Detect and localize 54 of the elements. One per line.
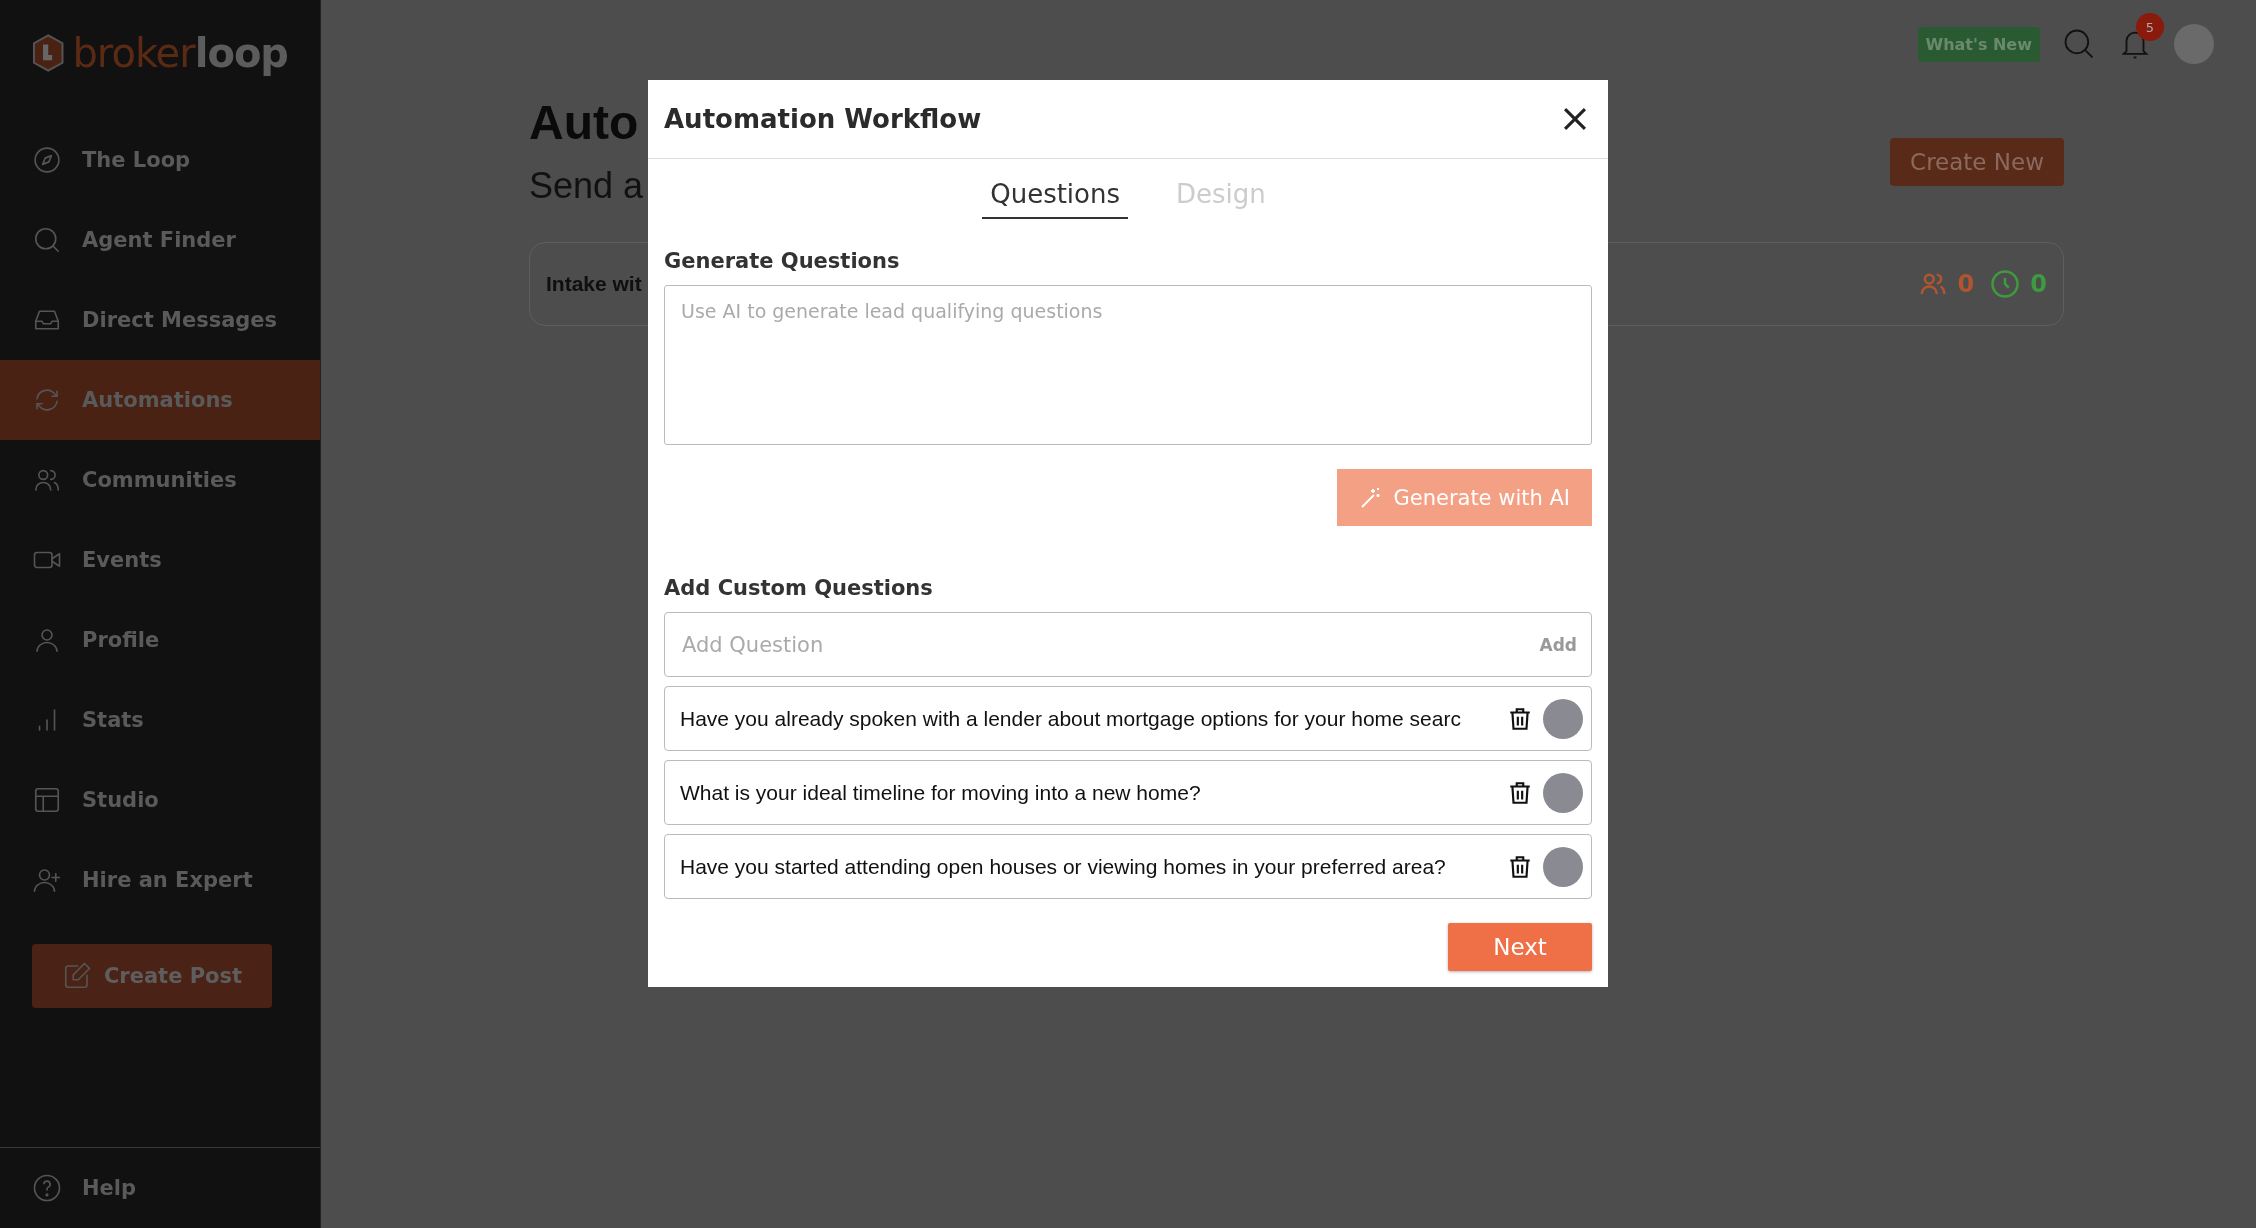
section-label: Generate Questions <box>664 249 901 273</box>
tab[interactable]: Questions <box>982 175 1129 219</box>
sidebar-item[interactable]: Direct Messages <box>0 280 320 360</box>
sidebar-item[interactable]: Profile <box>0 600 320 680</box>
prompt-field[interactable]: Use AI to generate lead qualifying questions <box>664 285 1592 445</box>
notification-badge: 5 <box>2136 13 2164 41</box>
sidebar-label: Direct Messages <box>82 308 278 332</box>
sidebar-label: Communities <box>82 468 237 492</box>
help-link[interactable]: Help <box>82 1176 137 1200</box>
sidebar-item[interactable]: Studio <box>0 760 320 840</box>
sidebar-item[interactable]: Agent Finder <box>0 200 320 280</box>
avatar <box>1543 698 1583 739</box>
sidebar-label: Profile <box>82 628 160 652</box>
trash-icon[interactable] <box>1507 779 1533 806</box>
page-title: Auto <box>529 95 640 151</box>
next-button[interactable]: Next <box>1448 923 1592 971</box>
sidebar-item[interactable]: Communities <box>0 440 320 520</box>
question-input-field[interactable]: Add Question Add <box>664 612 1592 677</box>
whats-new-button[interactable]: What's New <box>1917 26 2040 62</box>
sidebar-item[interactable]: Hire an Expert <box>0 840 320 920</box>
card-title: Intake wit <box>546 272 642 296</box>
people-count: 0 <box>1957 270 1975 298</box>
sidebar-item[interactable]: Events <box>0 520 320 600</box>
sidebar-label: Events <box>82 548 162 572</box>
avatar <box>1543 772 1583 813</box>
sidebar-label: Automations <box>82 388 233 412</box>
trash-icon[interactable] <box>1507 853 1533 880</box>
search-icon <box>32 225 62 255</box>
question-text: What is your ideal timeline for moving into a new home? <box>680 780 1202 805</box>
layout-icon <box>32 785 62 815</box>
question-text: Have you started attending open houses or viewing homes in your preferred area? <box>680 854 1447 879</box>
clock-icon <box>1990 269 2021 299</box>
avatar <box>1543 846 1583 887</box>
question-text: Have you already spoken with a lender about mortgage options for your home searc <box>680 706 1462 731</box>
sidebar-label: Stats <box>82 708 144 732</box>
add-button[interactable]: Add <box>1533 633 1583 656</box>
compass-icon <box>32 145 62 175</box>
sidebar-label: Agent Finder <box>82 228 236 252</box>
sidebar-label: The Loop <box>82 148 191 172</box>
clock-count: 0 <box>2030 270 2047 298</box>
sidebar-item[interactable]: Automations <box>0 360 320 440</box>
trash-icon[interactable] <box>1507 705 1533 732</box>
generate-button[interactable]: Generate with AI <box>1337 469 1592 526</box>
sidebar-item[interactable]: The Loop <box>0 120 320 200</box>
sidebar-item[interactable]: Stats <box>0 680 320 760</box>
section-label: Add Custom Questions <box>664 576 934 600</box>
modal-title: Automation Workflow <box>664 104 982 134</box>
page-subtitle: Send a <box>529 164 644 208</box>
create-new-button[interactable]: Create New <box>1890 138 2064 186</box>
sidebar-label: Studio <box>82 788 159 812</box>
help-icon <box>32 1173 62 1203</box>
create-post-button[interactable]: Create Post <box>32 944 272 1008</box>
logo-text: broker <box>72 30 195 76</box>
sidebar-label: Hire an Expert <box>82 868 253 892</box>
